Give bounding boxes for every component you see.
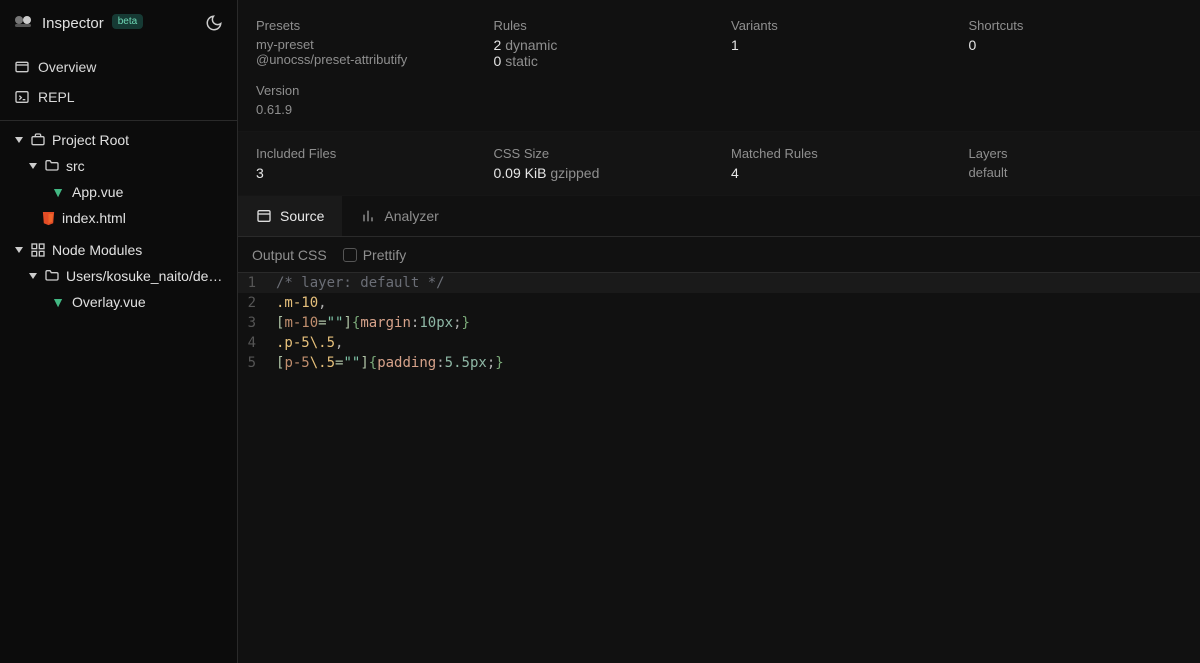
theme-toggle-icon[interactable] — [205, 14, 223, 32]
tab-label: Analyzer — [384, 208, 438, 224]
folder-icon — [44, 268, 60, 284]
stat-value: default — [969, 165, 1183, 180]
tree-label: Overlay.vue — [72, 294, 146, 310]
code-line: 1 /* layer: default */ — [238, 273, 1200, 293]
nav-repl-label: REPL — [38, 89, 75, 105]
tree-src-folder[interactable]: src — [0, 153, 237, 179]
tree-project-root[interactable]: Project Root — [0, 127, 237, 153]
tree-label: index.html — [62, 210, 126, 226]
tab-analyzer[interactable]: Analyzer — [342, 196, 456, 236]
tabs: Source Analyzer — [238, 196, 1200, 237]
stat-rules: Rules 2 dynamic 0 static — [494, 18, 708, 69]
stat-layers: Layers default — [969, 146, 1183, 181]
file-tree: Project Root src ▼ App.vue index.html No… — [0, 121, 237, 321]
code-line: 5 [p-5\.5=""]{padding:5.5px;} — [238, 353, 1200, 373]
sidebar: Inspector beta Overview REPL Project Roo… — [0, 0, 238, 663]
stat-value: 0.61.9 — [256, 102, 470, 117]
modules-icon — [30, 242, 46, 258]
stat-css-size: CSS Size 0.09 KiB gzipped — [494, 146, 708, 181]
stat-label: Variants — [731, 18, 945, 33]
stat-value: @unocss/preset-attributify — [256, 52, 470, 67]
logo-icon — [14, 15, 34, 31]
stat-value: 4 — [731, 165, 945, 181]
tree-label: Node Modules — [52, 242, 142, 258]
stat-label: Rules — [494, 18, 708, 33]
stat-label: CSS Size — [494, 146, 708, 161]
caret-down-icon — [14, 135, 24, 145]
nav-section: Overview REPL — [0, 46, 237, 121]
stat-value: 1 — [731, 37, 945, 53]
tree-label: src — [66, 158, 85, 174]
code-line: 3 [m-10=""]{margin:10px;} — [238, 313, 1200, 333]
vue-file-icon: ▼ — [50, 185, 66, 199]
stat-label: Included Files — [256, 146, 470, 161]
stat-value: 2 dynamic — [494, 37, 708, 53]
brand: Inspector beta — [14, 15, 143, 32]
stat-label: Shortcuts — [969, 18, 1183, 33]
tree-label: Users/kosuke_naito/dev/lear... — [66, 268, 229, 284]
code-line: 2 .m-10, — [238, 293, 1200, 313]
caret-down-icon — [28, 271, 38, 281]
stat-value: my-preset — [256, 37, 470, 52]
tree-file-app-vue[interactable]: ▼ App.vue — [0, 179, 237, 205]
source-icon — [256, 208, 272, 224]
stat-label: Layers — [969, 146, 1183, 161]
tree-label: Project Root — [52, 132, 129, 148]
tree-file-overlay-vue[interactable]: ▼ Overlay.vue — [0, 289, 237, 315]
stat-version: Version 0.61.9 — [256, 83, 470, 117]
output-bar: Output CSS Prettify — [238, 237, 1200, 273]
analyzer-icon — [360, 208, 376, 224]
html-file-icon — [40, 211, 56, 226]
tree-node-modules-path[interactable]: Users/kosuke_naito/dev/lear... — [0, 263, 237, 289]
stat-included-files: Included Files 3 — [256, 146, 470, 181]
repl-icon — [14, 89, 30, 105]
nav-overview-label: Overview — [38, 59, 96, 75]
tab-source[interactable]: Source — [238, 196, 342, 236]
vue-file-icon: ▼ — [50, 295, 66, 309]
tree-node-modules[interactable]: Node Modules — [0, 237, 237, 263]
stat-value: 3 — [256, 165, 470, 181]
code-editor[interactable]: 1 /* layer: default */ 2 .m-10, 3 [m-10=… — [238, 273, 1200, 663]
nav-overview[interactable]: Overview — [0, 52, 237, 82]
line-number: 2 — [238, 293, 266, 313]
stat-value: 0 — [969, 37, 1183, 53]
line-number: 5 — [238, 353, 266, 373]
code-line: 4 .p-5\.5, — [238, 333, 1200, 353]
stat-value: 0 static — [494, 53, 708, 69]
tab-label: Source — [280, 208, 324, 224]
stat-variants: Variants 1 — [731, 18, 945, 69]
workspace-icon — [30, 132, 46, 148]
stat-presets: Presets my-preset @unocss/preset-attribu… — [256, 18, 470, 69]
caret-down-icon — [14, 245, 24, 255]
stat-label: Version — [256, 83, 470, 98]
nav-repl[interactable]: REPL — [0, 82, 237, 112]
tree-file-index-html[interactable]: index.html — [0, 205, 237, 231]
stat-matched-rules: Matched Rules 4 — [731, 146, 945, 181]
line-number: 4 — [238, 333, 266, 353]
beta-badge: beta — [112, 14, 143, 29]
main-panel: Presets my-preset @unocss/preset-attribu… — [238, 0, 1200, 663]
line-number: 3 — [238, 313, 266, 333]
stat-label: Presets — [256, 18, 470, 33]
tree-label: App.vue — [72, 184, 123, 200]
app-name: Inspector — [42, 15, 104, 32]
caret-down-icon — [28, 161, 38, 171]
stats-panel: Presets my-preset @unocss/preset-attribu… — [238, 0, 1200, 196]
overview-icon — [14, 59, 30, 75]
stat-label: Matched Rules — [731, 146, 945, 161]
prettify-label: Prettify — [363, 247, 407, 263]
folder-icon — [44, 158, 60, 174]
checkbox-icon — [343, 248, 357, 262]
stat-value: 0.09 KiB gzipped — [494, 165, 708, 181]
output-css-label: Output CSS — [252, 247, 327, 263]
sidebar-header: Inspector beta — [0, 0, 237, 46]
prettify-toggle[interactable]: Prettify — [343, 247, 407, 263]
stat-shortcuts: Shortcuts 0 — [969, 18, 1183, 69]
line-number: 1 — [238, 273, 266, 293]
